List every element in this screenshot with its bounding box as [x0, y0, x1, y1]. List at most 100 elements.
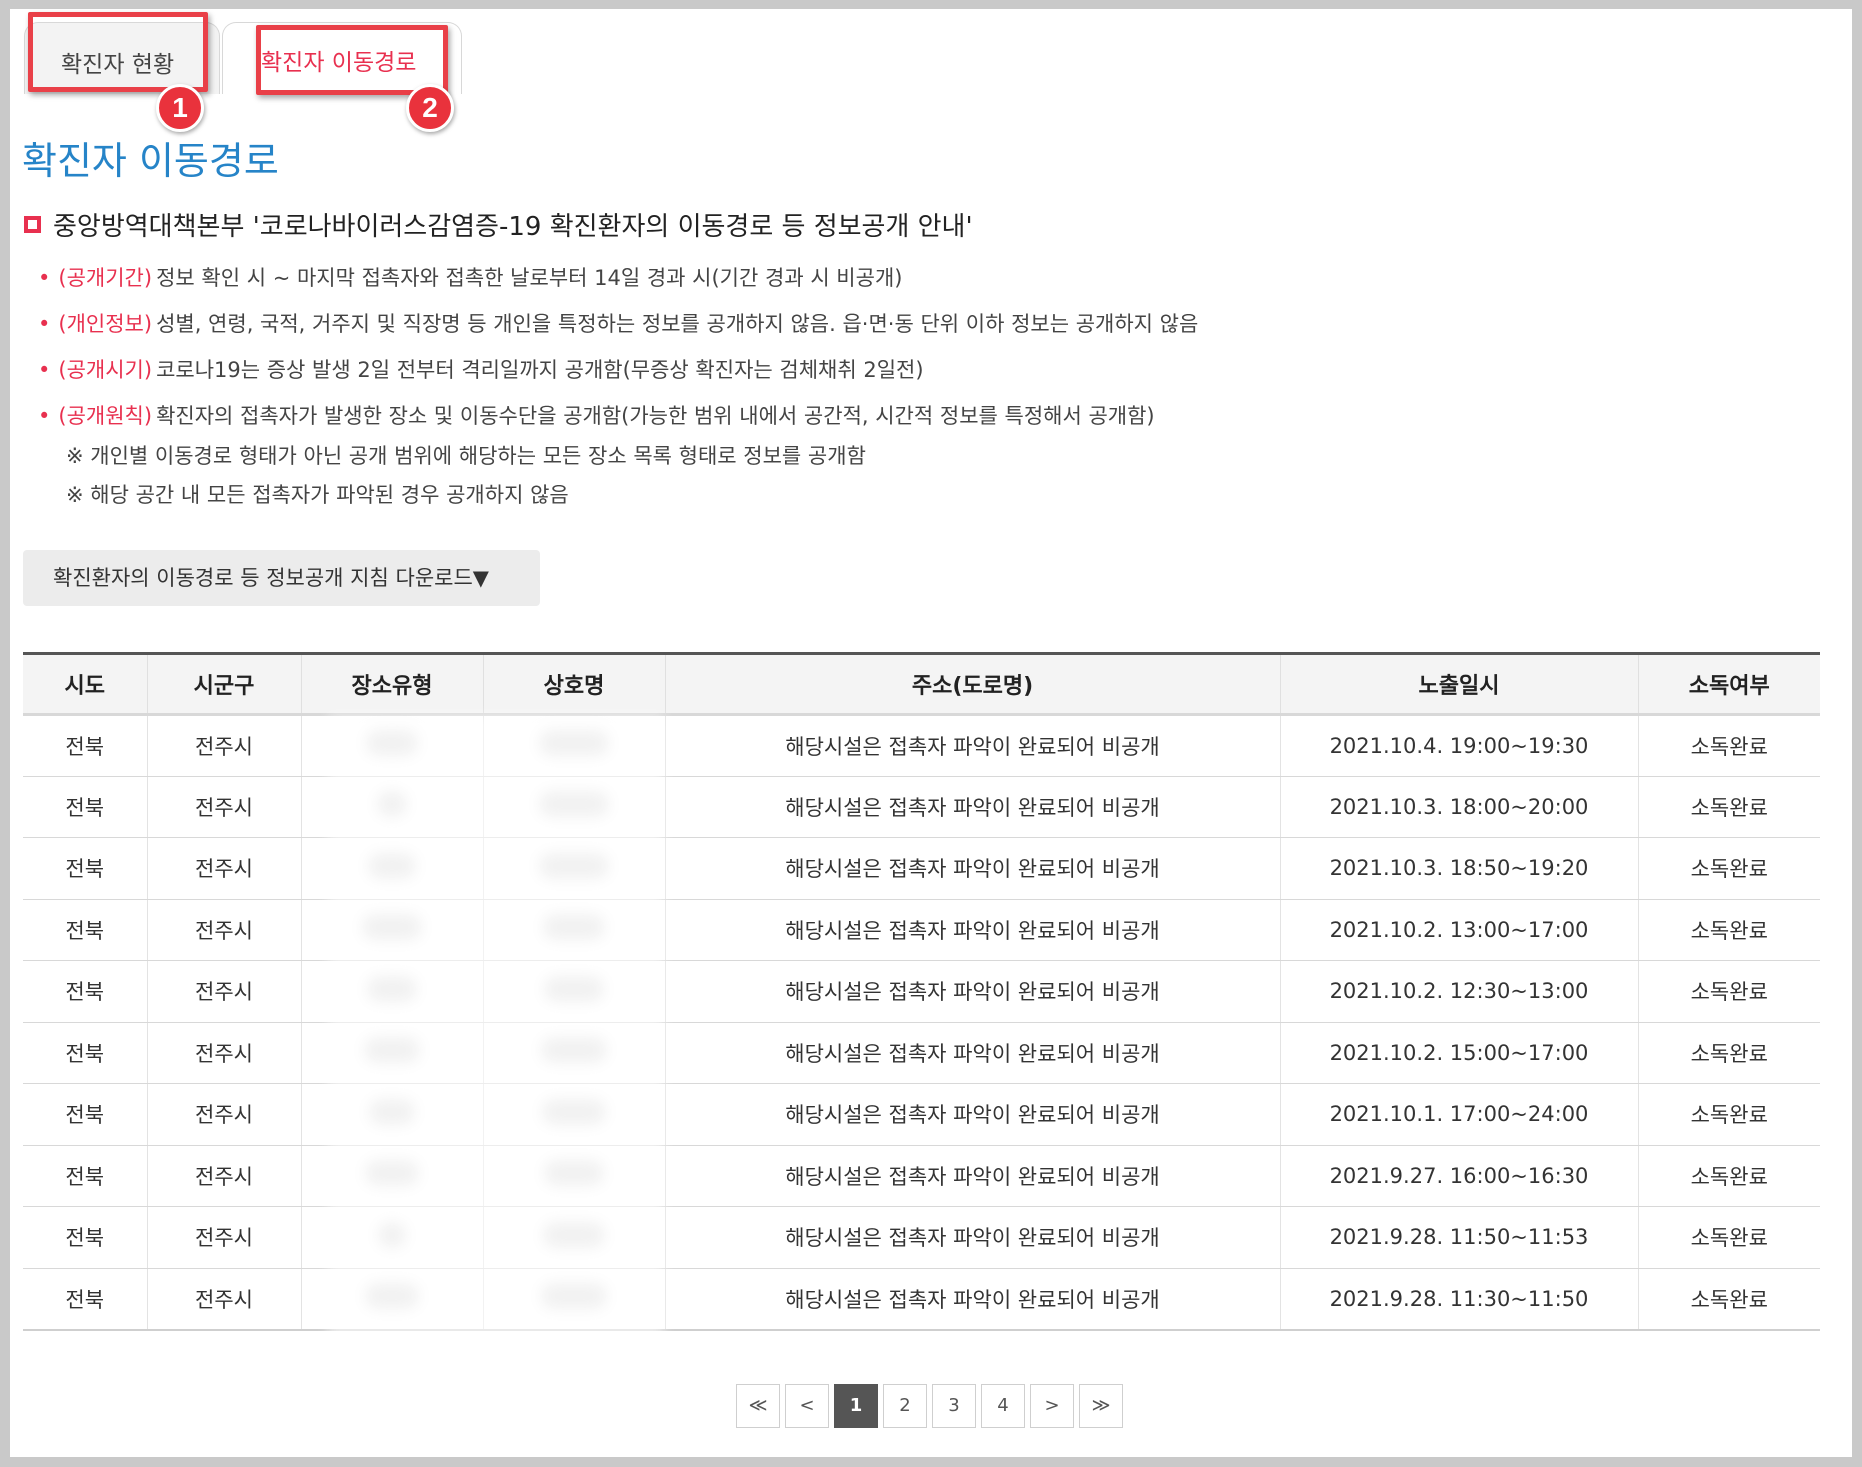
notice-tag: (공개시기) [58, 358, 153, 382]
redacted-blur [544, 975, 604, 1002]
cell-exposure-time: 2021.10.4. 19:00~19:30 [1279, 714, 1638, 777]
pagination-page-1[interactable]: 1 [834, 1384, 878, 1428]
redacted-blur [539, 730, 609, 757]
cell-disinfection-status: 소독완료 [1637, 776, 1820, 838]
cell-sigungu: 전주시 [146, 1145, 301, 1207]
highlight-box-2 [256, 25, 448, 95]
cell-exposure-time: 2021.10.2. 13:00~17:00 [1279, 899, 1638, 961]
cell-disinfection-status: 소독완료 [1637, 714, 1820, 777]
notice-text: 코로나19는 증상 발생 2일 전부터 격리일까지 공개함(무증상 확진자는 검… [156, 358, 924, 382]
movement-route-table: 시도 시군구 장소유형 상호명 주소(도로명) 노출일시 소독여부 전북 전주시 해… [23, 652, 1820, 1331]
cell-address: 해당시설은 접촉자 파악이 완료되어 비공개 [664, 1206, 1280, 1269]
cell-disinfection-status: 소독완료 [1637, 1083, 1820, 1146]
cell-sigungu: 전주시 [146, 1083, 301, 1146]
cell-exposure-time: 2021.10.3. 18:50~19:20 [1279, 837, 1638, 900]
notice-text: 정보 확인 시 ~ 마지막 접촉자와 접촉한 날로부터 14일 경과 시(기간 … [156, 266, 903, 290]
cell-business-name [482, 1145, 665, 1207]
cell-place-type [300, 1022, 483, 1084]
cell-disinfection-status: 소독완료 [1637, 1206, 1820, 1269]
table-row: 전북 전주시 해당시설은 접촉자 파악이 완료되어 비공개 2021.10.3. 18… [23, 837, 1820, 900]
cell-address: 해당시설은 접촉자 파악이 완료되어 비공개 [664, 1083, 1280, 1146]
column-header-exposure-time: 노출일시 [1279, 653, 1638, 716]
cell-place-type [300, 1145, 483, 1207]
cell-sigungu: 전주시 [146, 1268, 301, 1331]
notice-item: • (공개원칙) 확진자의 접촉자가 발생한 장소 및 이동수단을 공개함(가능한 … [38, 400, 1155, 430]
notice-text: 성별, 연령, 국적, 거주지 및 직장명 등 개인을 특정하는 정보를 공개하… [156, 312, 1199, 336]
cell-sigungu: 전주시 [146, 776, 301, 838]
redacted-blur [541, 1283, 607, 1309]
note-text: ※ 개인별 이동경로 형태가 아닌 공개 범위에 해당하는 모든 장소 목록 형… [66, 444, 866, 468]
cell-business-name [482, 1083, 665, 1146]
cell-exposure-time: 2021.9.27. 16:00~16:30 [1279, 1145, 1638, 1207]
cell-address: 해당시설은 접촉자 파악이 완료되어 비공개 [664, 1022, 1280, 1084]
redacted-blur [365, 1160, 419, 1187]
cell-place-type [300, 960, 483, 1023]
cell-sido: 전북 [23, 776, 147, 838]
notice-item: • (개인정보) 성별, 연령, 국적, 거주지 및 직장명 등 개인을 특정하는 … [38, 308, 1198, 338]
bullet-dot-icon: • [38, 404, 51, 428]
cell-place-type [300, 899, 483, 961]
cell-place-type [300, 776, 483, 838]
bullet-dot-icon: • [38, 358, 51, 382]
redacted-blur [362, 914, 422, 941]
cell-place-type [300, 1206, 483, 1269]
cell-sigungu: 전주시 [146, 960, 301, 1023]
cell-sido: 전북 [23, 714, 147, 777]
table-row: 전북 전주시 해당시설은 접촉자 파악이 완료되어 비공개 2021.10.1. 17… [23, 1083, 1820, 1146]
cell-sido: 전북 [23, 1206, 147, 1269]
step-badge-1: 1 [156, 84, 204, 132]
cell-disinfection-status: 소독완료 [1637, 899, 1820, 961]
cell-address: 해당시설은 접촉자 파악이 완료되어 비공개 [664, 776, 1280, 838]
cell-sigungu: 전주시 [146, 899, 301, 961]
column-header-disinfection: 소독여부 [1637, 653, 1820, 716]
cell-sido: 전북 [23, 1083, 147, 1146]
notice-item: • (공개기간) 정보 확인 시 ~ 마지막 접촉자와 접촉한 날로부터 14일 경… [38, 262, 902, 292]
cell-sido: 전북 [23, 899, 147, 961]
pagination-page-2[interactable]: 2 [883, 1384, 927, 1428]
table-row: 전북 전주시 해당시설은 접촉자 파악이 완료되어 비공개 2021.9.28. 11… [23, 1206, 1820, 1269]
guideline-download-button[interactable]: 확진환자의 이동경로 등 정보공개 지침 다운로드▼ [23, 550, 540, 606]
cell-address: 해당시설은 접촉자 파악이 완료되어 비공개 [664, 960, 1280, 1023]
cell-sido: 전북 [23, 1268, 147, 1331]
redacted-blur [364, 1037, 420, 1064]
cell-exposure-time: 2021.9.28. 11:30~11:50 [1279, 1268, 1638, 1331]
cell-exposure-time: 2021.10.2. 15:00~17:00 [1279, 1022, 1638, 1084]
pagination-next-button[interactable]: > [1030, 1384, 1074, 1428]
table-row: 전북 전주시 해당시설은 접촉자 파악이 완료되어 비공개 2021.10.2. 12… [23, 960, 1820, 1023]
column-header-address: 주소(도로명) [664, 653, 1280, 716]
pagination-page-3[interactable]: 3 [932, 1384, 976, 1428]
table-row: 전북 전주시 해당시설은 접촉자 파악이 완료되어 비공개 2021.10.2. 13… [23, 899, 1820, 961]
notice-text: 확진자의 접촉자가 발생한 장소 및 이동수단을 공개함(가능한 범위 내에서 … [156, 404, 1155, 428]
cell-exposure-time: 2021.10.1. 17:00~24:00 [1279, 1083, 1638, 1146]
column-header-sido: 시도 [23, 653, 147, 716]
pagination-prev-button[interactable]: < [785, 1384, 829, 1428]
cell-disinfection-status: 소독완료 [1637, 960, 1820, 1023]
pagination-first-button[interactable]: ≪ [736, 1384, 780, 1428]
cell-place-type [300, 837, 483, 900]
table-row: 전북 전주시 해당시설은 접촉자 파악이 완료되어 비공개 2021.9.27. 16… [23, 1145, 1820, 1207]
table-header-row: 시도 시군구 장소유형 상호명 주소(도로명) 노출일시 소독여부 [23, 653, 1820, 716]
pagination-last-button[interactable]: ≫ [1079, 1384, 1123, 1428]
step-badge-2: 2 [406, 84, 454, 132]
redacted-blur [542, 1098, 606, 1125]
bullet-dot-icon: • [38, 312, 51, 336]
cell-sigungu: 전주시 [146, 1206, 301, 1269]
notice-tag: (개인정보) [58, 312, 153, 336]
cell-sido: 전북 [23, 1145, 147, 1207]
cell-business-name [482, 714, 665, 777]
cell-sido: 전북 [23, 960, 147, 1023]
cell-business-name [482, 960, 665, 1023]
cell-sigungu: 전주시 [146, 1022, 301, 1084]
redacted-blur [543, 1221, 605, 1248]
bullet-dot-icon: • [38, 266, 51, 290]
cell-business-name [482, 837, 665, 900]
column-header-place-type: 장소유형 [300, 653, 483, 716]
cell-exposure-time: 2021.10.3. 18:00~20:00 [1279, 776, 1638, 838]
table-row: 전북 전주시 해당시설은 접촉자 파악이 완료되어 비공개 2021.10.2. 15… [23, 1022, 1820, 1084]
cell-address: 해당시설은 접촉자 파악이 완료되어 비공개 [664, 899, 1280, 961]
cell-disinfection-status: 소독완료 [1637, 1268, 1820, 1331]
pagination-page-4[interactable]: 4 [981, 1384, 1025, 1428]
cell-business-name [482, 899, 665, 961]
cell-sigungu: 전주시 [146, 837, 301, 900]
pagination: ≪ < 1 2 3 4 > ≫ [736, 1384, 1123, 1428]
